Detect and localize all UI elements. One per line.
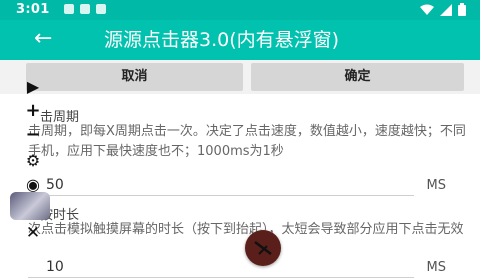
wifi-icon [420, 4, 434, 15]
floating-target-button[interactable] [245, 230, 281, 266]
notification-icon [80, 4, 90, 14]
cancel-button[interactable]: 取消 [26, 63, 243, 91]
minus-icon[interactable]: − [24, 126, 42, 144]
click-interval-input[interactable]: 50 [28, 176, 414, 196]
floating-control-bar: ▶ + − ⚙ ◉ ✕ [18, 74, 46, 270]
press-duration-input[interactable]: 10 [28, 258, 414, 278]
signal-icon [440, 3, 452, 16]
click-interval-row: 50 MS [28, 176, 468, 198]
back-arrow-icon[interactable]: ← [34, 27, 52, 51]
notification-icon [64, 4, 74, 14]
status-right-icons [420, 3, 466, 16]
settings-content: 击周期 击周期，即每X周期点击一次。决定了点击速度，数值越小，速度越快；不同手机… [0, 94, 480, 278]
gear-icon[interactable]: ⚙ [24, 152, 42, 170]
crosshair-icon [254, 241, 272, 255]
dialog-button-row: 取消 确定 [0, 60, 480, 94]
notification-icon [96, 4, 106, 14]
status-notification-icons [64, 4, 106, 14]
close-icon[interactable]: ✕ [24, 224, 42, 242]
app-toolbar: ← 源源点击器3.0(内有悬浮窗) [0, 20, 480, 60]
status-time: 3:01 [16, 2, 50, 17]
avatar-icon[interactable] [10, 192, 50, 220]
click-interval-description: 击周期，即每X周期点击一次。决定了点击速度，数值越小，速度越快；不同手机，应用下… [28, 124, 466, 159]
status-bar: 3:01 [0, 0, 480, 20]
confirm-button[interactable]: 确定 [251, 63, 464, 91]
press-duration-unit: MS [426, 260, 446, 275]
page-title: 源源点击器3.0(内有悬浮窗) [104, 29, 340, 51]
click-interval-unit: MS [426, 178, 446, 193]
battery-icon [458, 3, 466, 16]
plus-icon[interactable]: + [24, 102, 42, 120]
play-icon[interactable]: ▶ [24, 78, 42, 96]
